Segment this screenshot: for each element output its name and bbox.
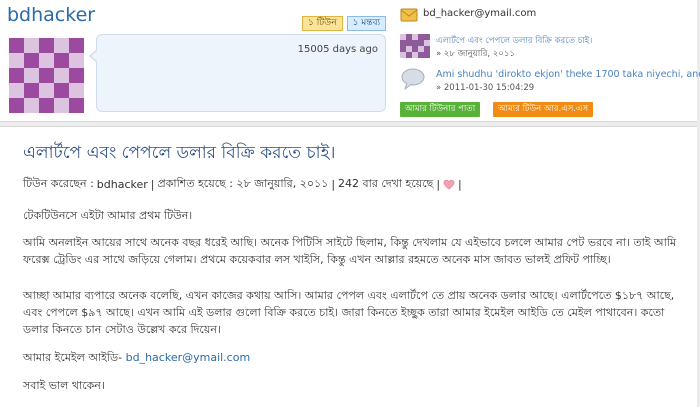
post-title[interactable]: এলার্টপে এবং পেপলে ডলার বিক্রি করতে চাই। — [23, 140, 336, 168]
view-count: 242 বার দেখা হয়েছে — [338, 177, 434, 190]
status-bubble: 15005 days ago — [89, 34, 386, 112]
meta-separator: | — [458, 178, 462, 191]
post-paragraph: আচ্ছা আমার ব্যপারে অনেক বলেছি, এখন কাজের… — [23, 289, 675, 336]
meta-separator: | — [436, 178, 441, 191]
latest-tune-link[interactable]: এলার্টপে এবং পেপলে ডলার বিক্রি করতে চাই। — [436, 34, 592, 48]
author-label: টিউন করেছেন : — [23, 177, 94, 190]
meta-separator: | — [150, 178, 155, 191]
post-email-link[interactable]: bd_hacker@ymail.com — [126, 351, 251, 364]
comment-count-badge[interactable]: ১ মন্তব্য — [346, 16, 387, 31]
post-panel: এলার্টপে এবং পেপলে ডলার বিক্রি করতে চাই।… — [0, 126, 697, 407]
meta-separator: | — [331, 178, 336, 191]
mail-icon — [400, 8, 418, 22]
tune-count-badge[interactable]: ১ টিউন — [302, 16, 343, 31]
profile-email[interactable]: bd_hacker@ymail.com — [423, 8, 536, 19]
post-paragraph: টেকটিউনসে এইটা আমার প্রথম টিউন। — [23, 209, 193, 222]
bubble-pointer-fill — [91, 50, 98, 62]
tune-thumbnail[interactable] — [400, 33, 430, 59]
latest-comment-date: » 2011-01-30 15:04:29 — [436, 83, 535, 93]
username-link[interactable]: bdhacker — [7, 4, 95, 26]
latest-comment-link[interactable]: Ami shudhu 'dirokto ekjon' theke 1700 ta… — [436, 69, 700, 80]
rss-button[interactable]: আমার টিউন আর.এস.এস — [493, 102, 594, 117]
post-email-line: আমার ইমেইল আইডি- bd_hacker@ymail.com — [23, 349, 678, 366]
chat-bubble-icon — [401, 68, 425, 91]
email-label: আমার ইমেইল আইডি- — [23, 351, 123, 364]
tuner-page-button[interactable]: আমার টিউনার পাতা — [400, 102, 481, 117]
avatar[interactable] — [9, 38, 84, 113]
latest-tune-date: » ২৮ জানুয়ারি, ২০১১ — [436, 49, 515, 59]
post-signoff: সবাই ভাল থাকেন। — [23, 379, 105, 392]
heart-icon[interactable] — [443, 179, 455, 190]
post-meta: টিউন করেছেন : bdhacker | প্রকাশিত হয়েছে… — [23, 175, 462, 194]
member-since-text: 15005 days ago — [297, 44, 378, 55]
post-paragraph: আমি অনলাইন আয়ের সাথে অনেক বছর ধরেই আছি।… — [23, 236, 677, 266]
profile-panel: bdhacker ১ টিউন ১ মন্তব্য 15005 days ago… — [0, 0, 700, 122]
author-link[interactable]: bdhacker — [97, 178, 148, 191]
published-date: প্রকাশিত হয়েছে : ২৮ জানুয়ারি, ২০১১ — [157, 177, 329, 190]
stats-badges: ১ টিউন ১ মন্তব্য — [302, 16, 387, 31]
profile-sidebar: bd_hacker@ymail.com এলার্টপে এবং পেপলে ড… — [398, 0, 700, 121]
